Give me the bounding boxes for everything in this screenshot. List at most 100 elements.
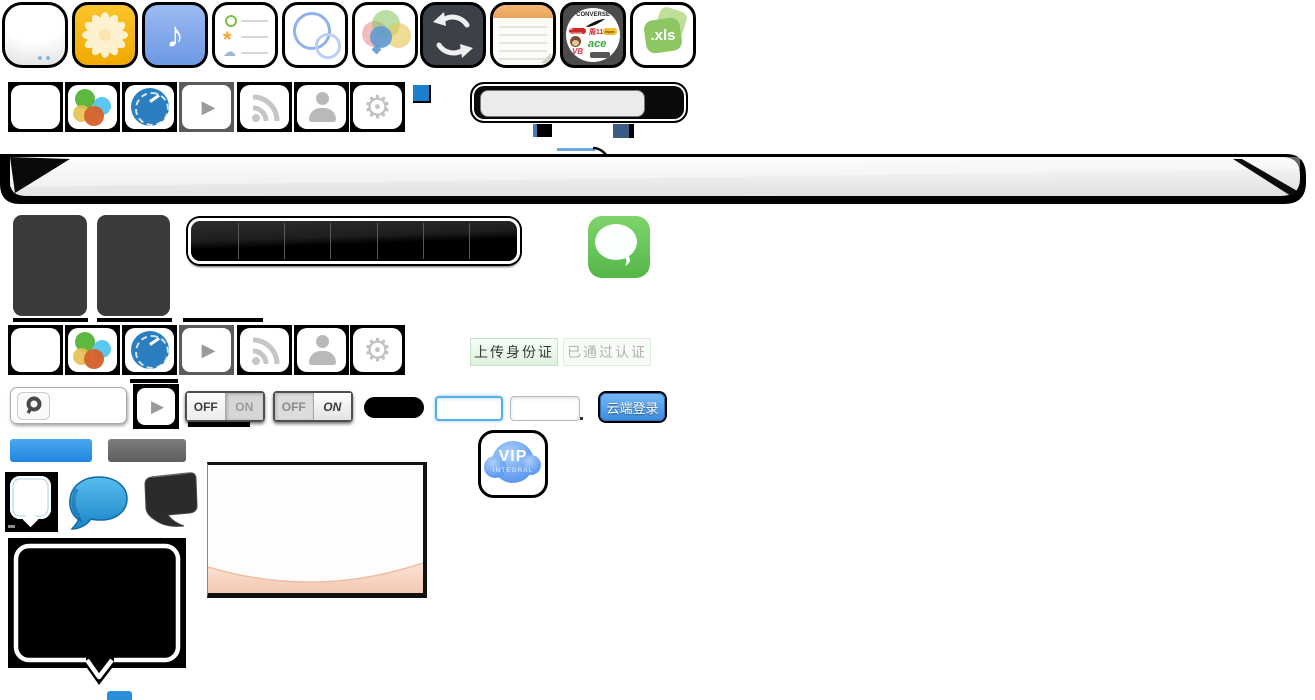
rss-face	[240, 328, 289, 372]
blue-speech-bubble[interactable]	[66, 470, 132, 536]
brand-jones-badge: G-JONES	[569, 28, 586, 34]
white-bubble-tile[interactable]	[5, 472, 58, 532]
shadow-bar	[183, 318, 263, 322]
toggle-off-selected[interactable]: OFF ON	[185, 391, 265, 422]
play-button-tile[interactable]: ▶	[133, 384, 179, 429]
search-bar-field[interactable]	[480, 90, 645, 117]
search-icon	[24, 396, 44, 416]
color-circles-tile-icon[interactable]	[65, 325, 120, 375]
gray-dash	[8, 525, 15, 528]
brands-collage-app-icon[interactable]: CONVERSE G-JONES 周11 fayer VB ace	[560, 2, 626, 68]
play-icon: ▶	[198, 340, 216, 361]
note-line	[499, 50, 547, 52]
person-face	[297, 328, 346, 372]
text-input[interactable]	[510, 396, 580, 421]
orange-circle	[84, 349, 104, 369]
cloud-login-label: 云端登录	[606, 398, 658, 417]
notes-header-band	[493, 5, 553, 18]
color-circles-tile-icon[interactable]	[65, 82, 120, 132]
gray-button-blank[interactable]	[108, 439, 186, 462]
brand-fayer-badge: fayer	[603, 28, 617, 35]
mini-swatch-dark	[533, 124, 552, 137]
rss-tile-icon[interactable]	[237, 82, 292, 132]
dark-speech-bubble[interactable]	[136, 468, 202, 532]
blank-tile-icon[interactable]	[8, 82, 63, 132]
list-line	[241, 52, 268, 54]
circles-app-icon[interactable]	[282, 2, 348, 68]
blank-face	[11, 328, 60, 372]
reminders-list-app-icon[interactable]: * ☁	[212, 2, 278, 68]
play-icon: ▶	[148, 397, 164, 417]
vip-integral-icon[interactable]: VIP INTEGRAL	[478, 430, 548, 498]
search-icon-box	[17, 392, 50, 420]
list-line	[241, 20, 268, 22]
person-tile-icon[interactable]	[294, 325, 349, 375]
segment-divider	[330, 223, 331, 259]
gear-icon: ⚙	[363, 334, 392, 366]
blue-dot	[46, 56, 50, 60]
gear-face: ⚙	[353, 85, 402, 129]
sync-arrows-icon	[423, 5, 483, 65]
notes-app-icon[interactable]	[490, 2, 556, 68]
chat-bubbles-app-icon[interactable]	[352, 2, 418, 68]
play-button-face: ▶	[137, 388, 175, 425]
rss-icon	[249, 91, 283, 125]
sprite-canvas: ♪ * ☁	[0, 0, 1315, 700]
gear-face: ⚙	[353, 328, 402, 372]
music-app-icon[interactable]: ♪	[142, 2, 208, 68]
cloud-login-button[interactable]: 云端登录	[600, 393, 665, 421]
blank-tile-icon[interactable]	[8, 325, 63, 375]
blue-button-blank[interactable]	[10, 439, 92, 462]
blue-swatch	[413, 85, 431, 103]
play-face: ▶	[182, 85, 231, 129]
rss-face	[240, 85, 289, 129]
clock-tile-icon[interactable]	[122, 325, 177, 375]
clock-tile-icon[interactable]	[122, 82, 177, 132]
green-ring-bullet	[225, 15, 237, 27]
segment-divider	[469, 223, 470, 259]
play-tile-icon[interactable]: ▶	[179, 325, 234, 375]
brand-ace-label: ace	[588, 38, 606, 50]
peach-footer-curve	[208, 551, 423, 593]
xls-label: .xls	[645, 23, 681, 47]
gear-tile-icon[interactable]: ⚙	[350, 82, 405, 132]
focused-text-input[interactable]	[435, 396, 503, 421]
verified-button[interactable]: 已通过认证	[563, 338, 651, 366]
black-pill	[364, 397, 424, 418]
messages-app-icon[interactable]	[588, 216, 650, 278]
rss-icon	[249, 334, 283, 368]
gear-tile-icon[interactable]: ⚙	[350, 325, 405, 375]
segmented-toolbar[interactable]	[188, 218, 520, 264]
search-bar[interactable]	[470, 82, 688, 123]
upload-id-button[interactable]: 上传身份证	[470, 338, 558, 366]
segment-divider	[238, 223, 239, 259]
person-body-icon	[309, 351, 336, 365]
mini-swatch-slate	[613, 124, 634, 138]
blue-underline	[557, 148, 595, 151]
clock-face	[125, 85, 174, 129]
blue-bubble	[370, 26, 392, 48]
circles-face	[68, 328, 117, 372]
toggle-on-selected[interactable]: OFF ON	[273, 391, 353, 422]
title-bar	[0, 152, 1309, 208]
small-circle-outline	[315, 33, 341, 59]
rss-tile-icon[interactable]	[237, 325, 292, 375]
monkey-muzzle	[572, 40, 579, 46]
play-tile-icon[interactable]: ▶	[179, 82, 234, 132]
blank-squircle-app-icon[interactable]	[2, 2, 68, 68]
person-tile-icon[interactable]	[294, 82, 349, 132]
xls-file-app-icon[interactable]: .xls	[630, 2, 696, 68]
brand-converse-label: CONVERSE	[566, 12, 620, 18]
brand-dark-badge	[590, 52, 610, 58]
shadow-bar	[97, 318, 172, 322]
small-search-input[interactable]	[10, 387, 127, 424]
brands-circle: CONVERSE G-JONES 周11 fayer VB ace	[566, 8, 620, 62]
circles-face	[68, 85, 117, 129]
flower-icon	[75, 5, 135, 65]
toggle-off-label: OFF	[187, 393, 226, 420]
toggle-shadow	[188, 422, 250, 427]
sync-app-icon[interactable]	[420, 2, 486, 68]
popup-card	[207, 462, 427, 598]
black-speech-bubble[interactable]	[8, 538, 186, 686]
flower-photos-app-icon[interactable]	[72, 2, 138, 68]
